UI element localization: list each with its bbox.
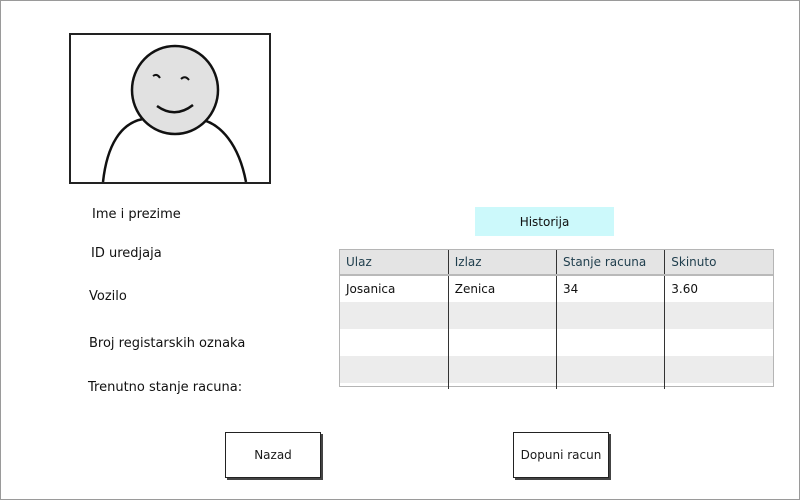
device-id-label: ID uredjaja [91,246,162,261]
table-cell: Josanica [340,275,449,302]
table-cell [556,356,666,383]
avatar [69,33,271,184]
table-cell [665,383,773,389]
table-cell [665,329,773,356]
column-header-exit[interactable]: Izlaz [448,250,558,276]
column-header-entry[interactable]: Ulaz [340,250,449,276]
table-cell [664,356,773,383]
table-row[interactable] [340,329,773,356]
history-table: Ulaz Izlaz Stanje racuna Skinuto Josanic… [339,249,774,389]
table-cell [556,383,666,389]
table-cell [340,383,449,389]
table-row[interactable] [340,383,773,389]
table-cell [448,356,558,383]
column-header-balance[interactable]: Stanje racuna [556,250,666,276]
table-cell [340,356,449,383]
table-cell: 34 [556,275,666,302]
table-row[interactable] [340,302,773,329]
balance-label: Trenutno stanje racuna: [88,380,243,395]
table-cell [556,302,666,329]
table-cell [448,302,558,329]
history-button[interactable]: Historija [475,207,614,236]
table-row[interactable] [340,356,773,383]
vehicle-label: Vozilo [89,289,127,304]
table-cell: Zenica [448,275,558,302]
table-header-row: Ulaz Izlaz Stanje racuna Skinuto [340,250,773,276]
table-cell [340,302,449,329]
top-up-button[interactable]: Dopuni racun [513,432,609,478]
table-cell [448,383,558,389]
table-cell [664,302,773,329]
name-label: Ime i prezime [92,207,181,222]
back-button[interactable]: Nazad [225,432,321,478]
table-cell: 3.60 [671,282,698,296]
user-avatar-icon [101,44,248,182]
table-cell [556,329,666,356]
table-cell [448,329,558,356]
plates-label: Broj registarskih oznaka [89,336,246,351]
table-cell [340,329,449,356]
column-header-charged[interactable]: Skinuto [664,250,773,276]
table-row[interactable]: Josanica Zenica 34 3.60 [340,275,773,302]
